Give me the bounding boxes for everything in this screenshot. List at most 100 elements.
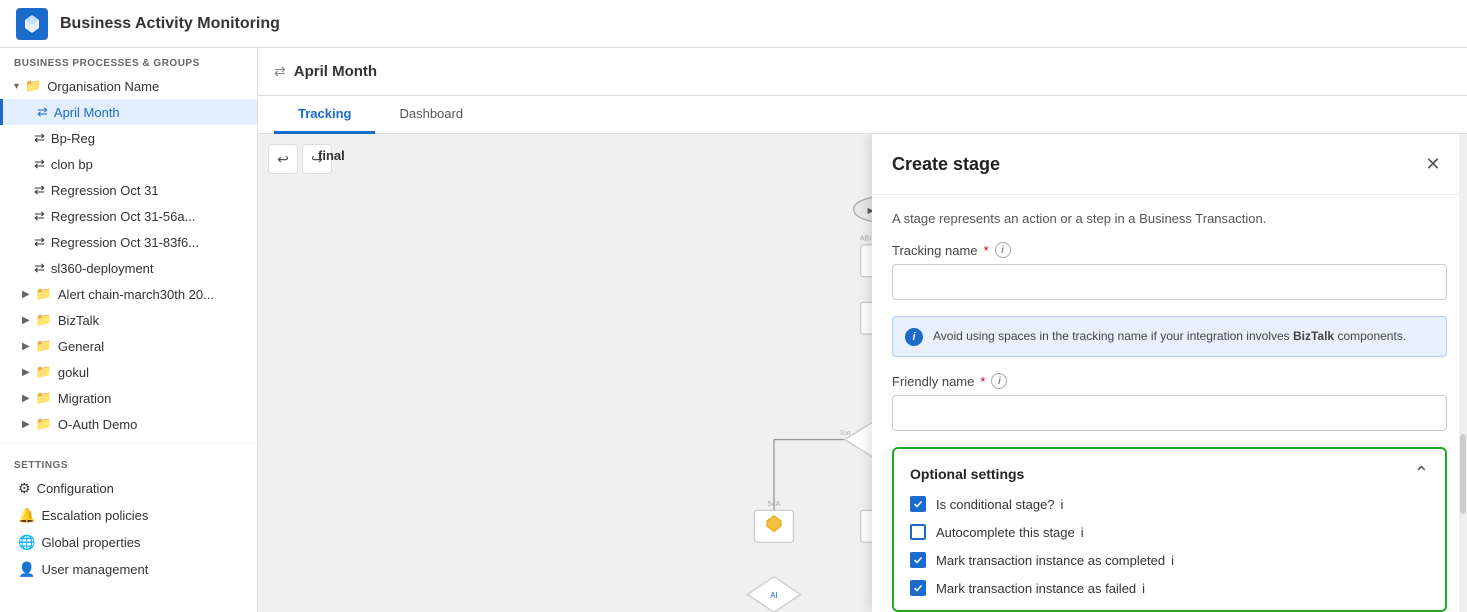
sidebar-item-oauth[interactable]: ▶ 📁 O-Auth Demo [0,411,257,437]
sidebar-item-label: Bp-Reg [51,131,95,146]
required-marker: * [980,374,985,389]
sidebar: BUSINESS PROCESSES & GROUPS ▾ 📁 Organisa… [0,48,258,612]
gear-icon: ⚙ [18,480,31,497]
sidebar-item-label: Regression Oct 31-56a... [51,209,196,224]
checkbox-row-conditional: Is conditional stage? i [910,496,1429,512]
sidebar-item-user-management[interactable]: 👤 User management [0,556,257,583]
app-logo [16,8,48,40]
checkbox-row-mark-failed: Mark transaction instance as failed i [910,580,1429,596]
tracking-name-group: Tracking name * i [892,242,1447,300]
sidebar-item-regression-oct31[interactable]: ⇄ Regression Oct 31 [0,177,257,203]
info-box-icon: i [905,328,923,346]
collapse-icon[interactable]: ⌃ [1414,463,1429,484]
process-icon: ⇄ [34,156,45,172]
app-header: Business Activity Monitoring [0,0,1467,48]
checkbox-mark-failed[interactable] [910,580,926,596]
chevron-right-icon: ▶ [22,341,30,352]
chevron-right-icon: ▶ [22,289,30,300]
folder-icon: 📁 [36,416,52,432]
content-header: ⇄ April Month [258,48,1467,96]
globe-icon: 🌐 [18,534,35,551]
checkbox-autocomplete[interactable] [910,524,926,540]
tab-tracking[interactable]: Tracking [274,96,375,134]
optional-settings-box: Optional settings ⌃ Is conditional stage… [892,447,1447,612]
sidebar-item-biztalk[interactable]: ▶ 📁 BizTalk [0,307,257,333]
sidebar-item-migration[interactable]: ▶ 📁 Migration [0,385,257,411]
autocomplete-info-icon[interactable]: i [1081,525,1084,540]
friendly-name-info-icon[interactable]: i [991,373,1007,389]
tab-dashboard[interactable]: Dashboard [375,96,487,134]
checkbox-label-conditional: Is conditional stage? i [936,497,1063,512]
sidebar-item-label: Alert chain-march30th 20... [58,287,214,302]
folder-icon: 📁 [36,312,52,328]
svg-text:54A: 54A [768,500,781,508]
sidebar-item-label: General [58,339,104,354]
sidebar-item-label: clon bp [51,157,93,172]
sidebar-item-april-month[interactable]: ⇄ April Month [0,99,257,125]
sidebar-item-label: O-Auth Demo [58,417,137,432]
sidebar-org-label: Organisation Name [47,79,159,94]
create-stage-panel: Create stage ✕ A stage represents an act… [872,134,1467,612]
sidebar-divider [0,443,257,444]
sidebar-item-clon-bp[interactable]: ⇄ clon bp [0,151,257,177]
panel-header: Create stage ✕ [872,134,1467,195]
tabs-bar: Tracking Dashboard [258,96,1467,134]
tracking-name-info-icon[interactable]: i [995,242,1011,258]
checkbox-row-mark-completed: Mark transaction instance as completed i [910,552,1429,568]
checkbox-row-autocomplete: Autocomplete this stage i [910,524,1429,540]
tracking-name-label: Tracking name * i [892,242,1447,258]
diagram-area: ↩ ↪ final ▶ Start [258,134,1467,612]
conditional-info-icon[interactable]: i [1061,497,1064,512]
tracking-name-input[interactable] [892,264,1447,300]
sidebar-item-general[interactable]: ▶ 📁 General [0,333,257,359]
sidebar-tree: ▾ 📁 Organisation Name ⇄ April Month ⇄ Bp… [0,73,257,612]
sidebar-item-gokul[interactable]: ▶ 📁 gokul [0,359,257,385]
alert-icon: 🔔 [18,507,35,524]
sidebar-item-label: Regression Oct 31 [51,183,159,198]
sidebar-item-sl360[interactable]: ⇄ sl360-deployment [0,255,257,281]
mark-failed-info-icon[interactable]: i [1142,581,1145,596]
main-layout: BUSINESS PROCESSES & GROUPS ▾ 📁 Organisa… [0,48,1467,612]
sidebar-item-configuration[interactable]: ⚙ Configuration [0,475,257,502]
sidebar-item-label: Migration [58,391,111,406]
friendly-name-label: Friendly name * i [892,373,1447,389]
panel-scrollbar[interactable] [1459,134,1467,612]
sidebar-item-regression-oct31-83[interactable]: ⇄ Regression Oct 31-83f6... [0,229,257,255]
sidebar-item-label: Global properties [41,535,140,550]
chevron-right-icon: ▶ [22,393,30,404]
sidebar-section-business: BUSINESS PROCESSES & GROUPS [0,48,257,73]
optional-settings-header: Optional settings ⌃ [910,463,1429,484]
content-area: ⇄ April Month Tracking Dashboard ↩ ↪ fin… [258,48,1467,612]
sidebar-item-alert-chain[interactable]: ▶ 📁 Alert chain-march30th 20... [0,281,257,307]
sidebar-item-label: User management [41,562,148,577]
sidebar-item-global-properties[interactable]: 🌐 Global properties [0,529,257,556]
sidebar-item-org[interactable]: ▾ 📁 Organisation Name [0,73,257,99]
chevron-down-icon: ▾ [14,81,19,92]
panel-title: Create stage [892,154,1000,175]
page-title: April Month [294,63,377,80]
panel-body: A stage represents an action or a step i… [872,195,1467,612]
required-marker: * [984,243,989,258]
checkbox-conditional[interactable] [910,496,926,512]
sidebar-item-bp-reg[interactable]: ⇄ Bp-Reg [0,125,257,151]
sidebar-item-escalation[interactable]: 🔔 Escalation policies [0,502,257,529]
folder-icon: 📁 [36,286,52,302]
panel-close-button[interactable]: ✕ [1419,150,1447,178]
folder-icon: 📁 [36,390,52,406]
process-icon: ⇄ [34,260,45,276]
folder-icon: 📁 [25,78,41,94]
sync-icon: ⇄ [274,63,286,80]
undo-button[interactable]: ↩ [268,144,298,174]
panel-subtitle: A stage represents an action or a step i… [892,211,1447,226]
sidebar-item-regression-oct31-56[interactable]: ⇄ Regression Oct 31-56a... [0,203,257,229]
friendly-name-input[interactable] [892,395,1447,431]
checkbox-mark-completed[interactable] [910,552,926,568]
user-icon: 👤 [18,561,35,578]
chevron-right-icon: ▶ [22,315,30,326]
chevron-right-icon: ▶ [22,367,30,378]
mark-completed-info-icon[interactable]: i [1171,553,1174,568]
checkbox-label-autocomplete: Autocomplete this stage i [936,525,1084,540]
svg-text:AI: AI [770,591,778,600]
sidebar-section-settings: SETTINGS [0,450,257,475]
optional-settings-title: Optional settings [910,466,1024,482]
